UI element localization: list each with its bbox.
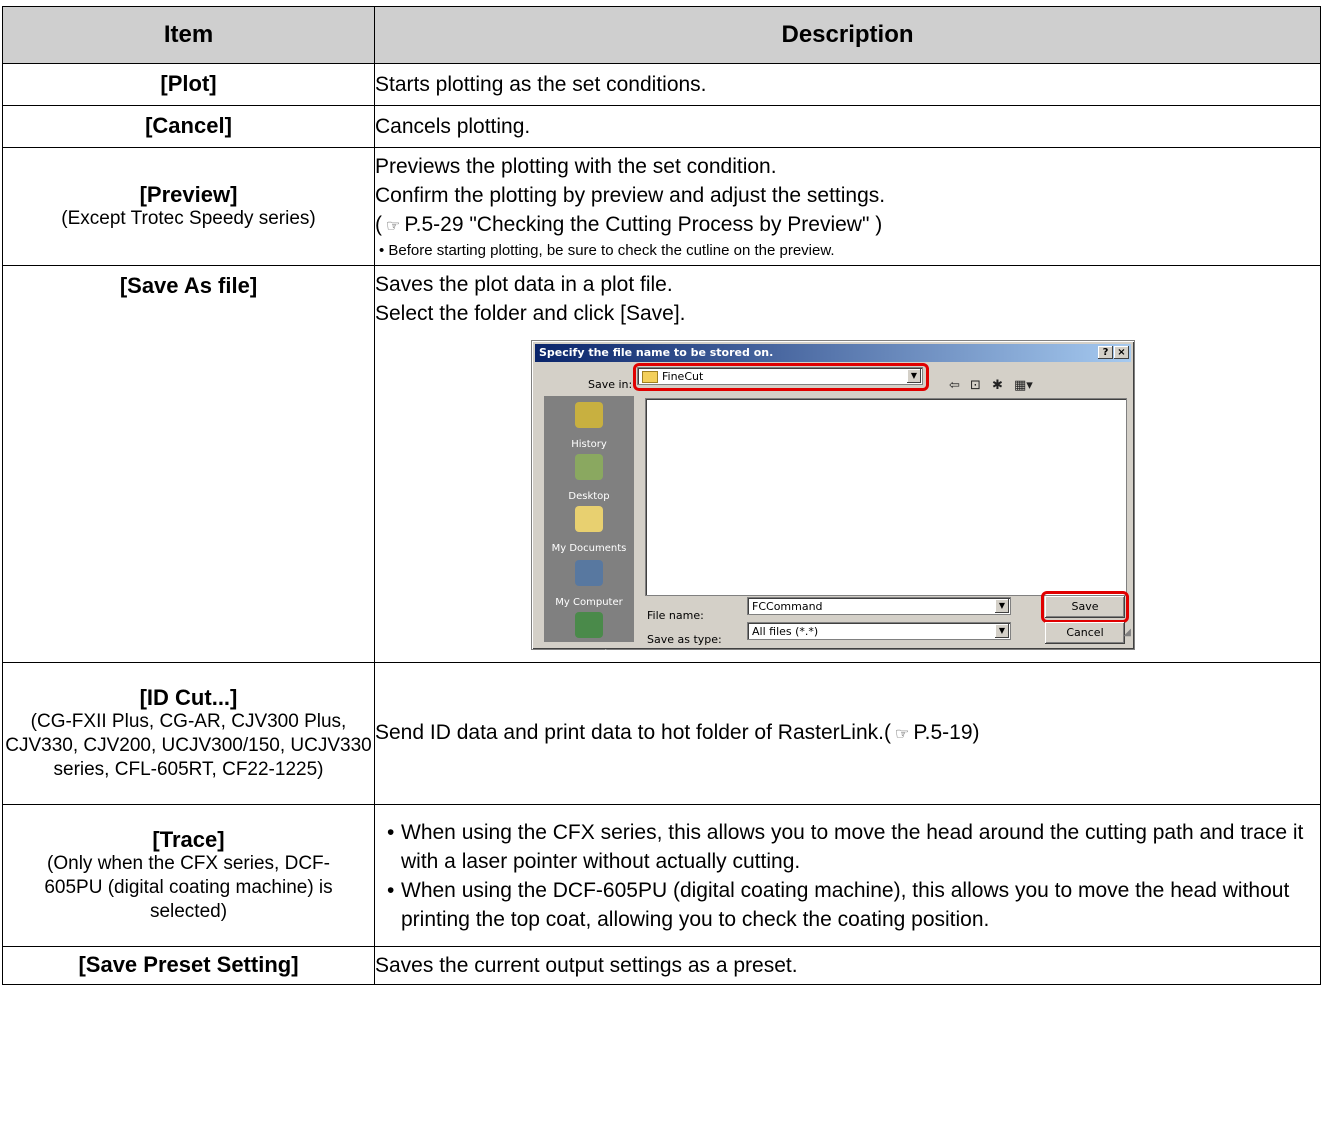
highlight-save-in [633, 363, 929, 391]
reference-icon: ☞ [386, 218, 401, 235]
desc-trace-bullet-1: When using the CFX series, this allows y… [387, 818, 1320, 876]
dialog-title: Specify the file name to be stored on. [539, 346, 774, 359]
table-row: [Preview] (Except Trotec Speedy series) … [2, 147, 1321, 266]
history-icon [575, 402, 603, 428]
new-folder-icon[interactable]: ✱ [992, 371, 1003, 400]
resize-grip-icon[interactable]: ◢ [1123, 618, 1131, 647]
computer-icon [575, 560, 603, 586]
table-row: [Cancel] Cancels plotting. [2, 105, 1321, 148]
save-in-label: Save in: [588, 378, 633, 391]
place-my-documents[interactable]: My Documents [544, 506, 634, 563]
place-my-network[interactable]: My Network P... [544, 612, 634, 669]
item-cancel: [Cancel] [145, 113, 232, 138]
desc-preview-line2: Confirm the plotting by preview and adju… [375, 184, 886, 207]
places-bar: History Desktop My Documents My Computer… [544, 396, 634, 660]
table-row: [Save Preset Setting] Saves the current … [2, 946, 1321, 985]
header-description: Description [374, 6, 1321, 64]
table-row: [Save As file] Saves the plot data in a … [2, 265, 1321, 663]
reference-icon: ☞ [894, 726, 910, 743]
items-table: Item Description [Plot] Starts plotting … [2, 6, 1321, 985]
desc-cancel: Cancels plotting. [374, 105, 1321, 148]
documents-icon [575, 506, 603, 532]
item-id-cut: [ID Cut...] [139, 684, 238, 710]
chevron-down-icon[interactable]: ▼ [995, 624, 1009, 638]
table-row: [Trace] (Only when the CFX series, DCF-6… [2, 804, 1321, 947]
desc-plot: Starts plotting as the set conditions. [374, 63, 1321, 106]
cancel-button[interactable]: Cancel [1045, 622, 1125, 644]
close-button[interactable]: × [1114, 346, 1129, 359]
desc-save-preset: Saves the current output settings as a p… [374, 946, 1321, 985]
chevron-down-icon[interactable]: ▼ [995, 599, 1009, 613]
item-trace-condition: (Only when the CFX series, DCF-605PU (di… [44, 852, 333, 922]
table-row: [Plot] Starts plotting as the set condit… [2, 63, 1321, 106]
highlight-save-button [1041, 591, 1129, 623]
network-icon [575, 612, 603, 638]
desc-saveas-line2: Select the folder and click [Save]. [375, 302, 686, 325]
desc-id-cut-ref: P.5-19) [913, 721, 980, 744]
item-preview: [Preview] [139, 181, 238, 207]
desc-preview-ref: P.5-29 "Checking the Cutting Process by … [404, 213, 883, 236]
place-history[interactable]: History [544, 402, 634, 459]
item-save-preset: [Save Preset Setting] [78, 952, 299, 977]
item-preview-condition: (Except Trotec Speedy series) [61, 207, 316, 229]
save-as-type-select[interactable]: All files (*.*) ▼ [747, 622, 1011, 640]
desktop-icon [575, 454, 603, 480]
save-as-type-label: Save as type: [647, 633, 722, 646]
back-icon[interactable]: ⇦ [949, 371, 960, 400]
desc-preview-line1: Previews the plotting with the set condi… [375, 155, 777, 178]
desc-saveas-line1: Saves the plot data in a plot file. [375, 273, 673, 296]
desc-trace-bullet-2: When using the DCF-605PU (digital coatin… [387, 876, 1320, 934]
file-name-input[interactable]: FCCommand ▼ [747, 597, 1011, 615]
view-menu-icon[interactable]: ▦▾ [1014, 371, 1033, 400]
item-plot: [Plot] [160, 71, 217, 96]
item-save-as-file: [Save As file] [119, 273, 258, 298]
place-my-computer[interactable]: My Computer [544, 560, 634, 617]
table-row: [ID Cut...] (CG-FXII Plus, CG-AR, CJV300… [2, 662, 1321, 805]
help-button[interactable]: ? [1098, 346, 1113, 359]
up-folder-icon[interactable]: ⊡ [970, 371, 981, 400]
place-desktop[interactable]: Desktop [544, 454, 634, 511]
save-file-dialog: Specify the file name to be stored on. ?… [531, 340, 1135, 660]
file-list[interactable] [645, 398, 1127, 596]
desc-id-cut: Send ID data and print data to hot folde… [375, 721, 891, 744]
item-id-cut-condition: (CG-FXII Plus, CG-AR, CJV300 Plus, CJV33… [5, 710, 372, 780]
header-item: Item [2, 6, 375, 64]
item-trace: [Trace] [152, 826, 225, 852]
desc-preview-note: • Before starting plotting, be sure to c… [379, 242, 835, 259]
table-header-row: Item Description [2, 6, 1321, 64]
